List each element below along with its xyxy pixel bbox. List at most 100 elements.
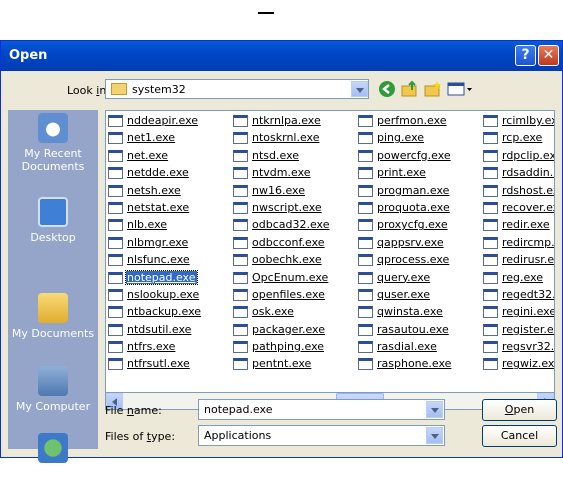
file-name: notepad.exe: [125, 269, 198, 285]
up-one-level-icon[interactable]: [401, 80, 419, 98]
exe-file-icon: [108, 219, 123, 232]
file-name-combo[interactable]: notepad.exe: [198, 399, 445, 420]
look-in-label: Look in:: [67, 84, 110, 97]
place-desktop[interactable]: Desktop: [8, 197, 98, 244]
file-name: rasautou.exe: [377, 322, 449, 336]
close-button[interactable]: ✕: [538, 45, 559, 66]
exe-file-icon: [233, 201, 248, 214]
exe-file-icon: [108, 115, 123, 127]
file-name: ntfrs.exe: [127, 340, 176, 354]
look-in-combo[interactable]: system32: [105, 79, 369, 99]
file-name: reg.exe: [502, 270, 544, 284]
file-name: rasphone.exe: [377, 357, 452, 371]
my-documents-icon: [38, 293, 68, 323]
exe-file-icon: [108, 306, 123, 319]
file-name: query.exe: [377, 270, 431, 284]
exe-file-icon: [233, 115, 248, 127]
exe-file-icon: [233, 323, 248, 336]
look-in-value: system32: [132, 83, 186, 96]
file-name: qwinsta.exe: [377, 305, 443, 319]
exe-file-icon: [483, 306, 498, 319]
file-name: netsh.exe: [127, 183, 181, 197]
file-name: register.exe: [502, 322, 554, 336]
file-name: nlb.exe: [127, 218, 168, 232]
exe-file-icon: [108, 236, 123, 249]
file-name: net.exe: [127, 148, 169, 162]
exe-file-icon: [233, 184, 248, 197]
file-name: rdpclip.exe: [502, 148, 554, 162]
exe-file-icon: [358, 341, 373, 354]
look-in-dropdown-button[interactable]: [351, 81, 368, 97]
exe-file-icon: [483, 184, 498, 197]
file-name: recover.exe: [502, 200, 554, 214]
exe-file-icon: [358, 201, 373, 214]
file-name: ping.exe: [377, 131, 425, 145]
exe-file-icon: [108, 254, 123, 267]
desktop-icon: [38, 197, 68, 227]
file-name: rdshost.exe: [502, 183, 554, 197]
exe-file-icon: [233, 236, 248, 249]
file-name: odbcconf.exe: [252, 235, 325, 249]
file-name: qappsrv.exe: [377, 235, 444, 249]
file-name: perfmon.exe: [377, 114, 447, 127]
file-name: regedt32.exe: [502, 287, 555, 301]
file-name: rdsaddin.exe: [502, 166, 554, 180]
exe-file-icon: [483, 323, 498, 336]
file-name: netstat.exe: [127, 200, 190, 214]
back-icon[interactable]: [378, 80, 396, 98]
place-my-network[interactable]: My Network: [8, 433, 98, 480]
exe-file-icon: [108, 358, 123, 371]
files-of-type-combo[interactable]: Applications: [198, 425, 445, 446]
places-bar: My Recent Documents Desktop My Documents…: [8, 110, 98, 480]
file-name: ntfrsutl.exe: [127, 357, 190, 371]
exe-file-icon: [358, 132, 373, 145]
open-button[interactable]: Open: [482, 399, 557, 421]
exe-file-icon: [233, 219, 248, 232]
file-name: nslookup.exe: [127, 287, 200, 301]
file-name-input[interactable]: notepad.exe: [204, 403, 273, 416]
exe-file-icon: [483, 236, 498, 249]
exe-file-icon: [108, 323, 123, 336]
file-name: redircmp.exe: [502, 235, 555, 249]
exe-file-icon: [108, 288, 123, 301]
file-name: regsvr32.exe: [502, 340, 555, 354]
exe-file-icon: [358, 271, 373, 284]
new-folder-icon[interactable]: [424, 80, 442, 98]
views-menu-icon[interactable]: [447, 80, 473, 98]
exe-file-icon: [483, 288, 498, 301]
exe-file-icon: [108, 271, 123, 284]
file-name: ntbackup.exe: [127, 305, 202, 319]
exe-file-icon: [358, 167, 373, 180]
folder-icon: [111, 83, 127, 95]
files-of-type-dropdown-button[interactable]: [426, 427, 443, 444]
file-name: nlbmgr.exe: [127, 235, 189, 249]
place-my-recent-documents[interactable]: My Recent Documents: [8, 113, 98, 173]
file-list[interactable]: nddeapir.exe net1.exe net.exe netdde.exe net…: [105, 110, 555, 393]
place-my-computer[interactable]: My Computer: [8, 366, 98, 413]
exe-file-icon: [483, 254, 498, 267]
cancel-button[interactable]: Cancel: [482, 425, 557, 447]
dialog-title: Open: [9, 48, 48, 63]
title-bar[interactable]: Open ? ✕: [1, 41, 562, 71]
background-caret: [258, 6, 274, 14]
exe-file-icon: [358, 115, 373, 127]
exe-file-icon: [483, 271, 498, 284]
exe-file-icon: [108, 184, 123, 197]
exe-file-icon: [233, 306, 248, 319]
file-name: pentnt.exe: [252, 357, 312, 371]
file-name: osk.exe: [252, 305, 294, 319]
file-name: nwscript.exe: [252, 200, 322, 214]
exe-file-icon: [483, 132, 498, 145]
exe-file-icon: [108, 341, 123, 354]
file-name: packager.exe: [252, 322, 325, 336]
file-name: openfiles.exe: [252, 287, 325, 301]
place-my-documents[interactable]: My Documents: [8, 293, 98, 340]
file-name-dropdown-button[interactable]: [426, 401, 443, 418]
help-button[interactable]: ?: [515, 45, 536, 66]
exe-file-icon: [233, 167, 248, 180]
file-name: ntoskrnl.exe: [252, 131, 320, 145]
exe-file-icon: [483, 149, 498, 162]
file-name: OpcEnum.exe: [252, 270, 329, 284]
my-computer-icon: [38, 366, 68, 396]
exe-file-icon: [358, 149, 373, 162]
